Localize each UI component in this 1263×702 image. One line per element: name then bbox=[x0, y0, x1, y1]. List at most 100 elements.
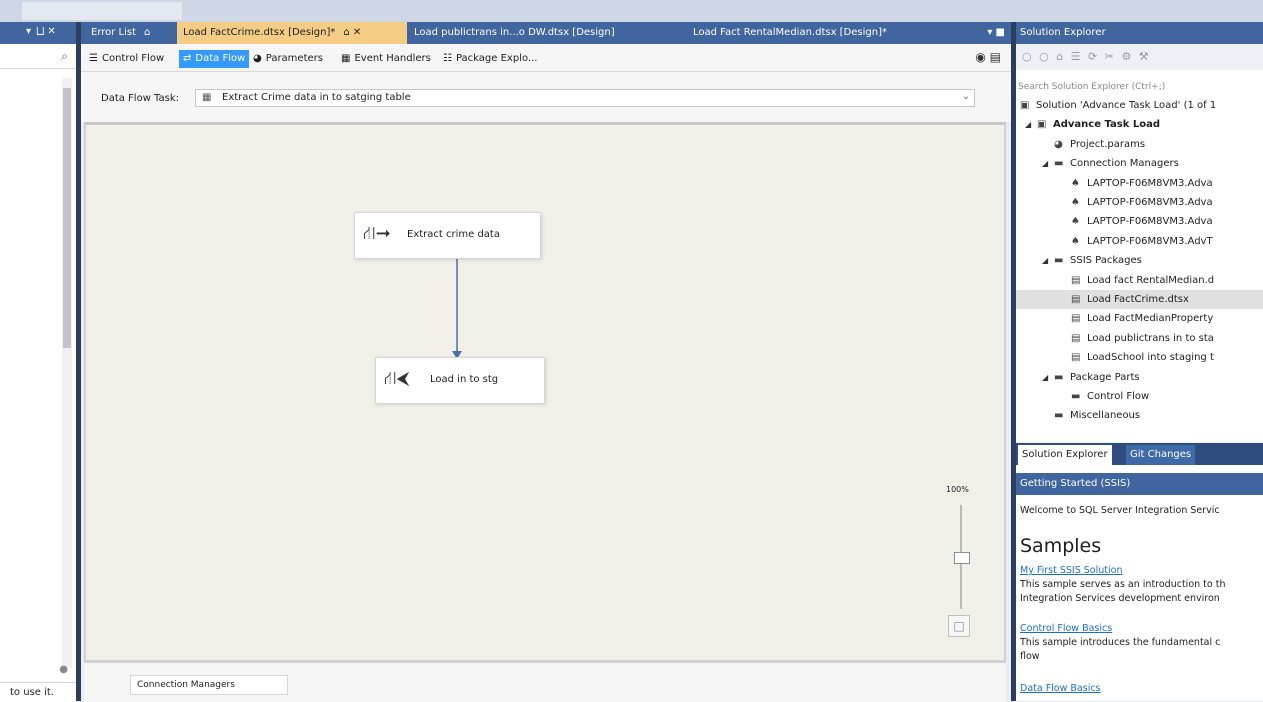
doc-tab[interactable]: Error List ⌂ bbox=[85, 22, 173, 44]
scrollbar-thumb[interactable] bbox=[63, 88, 71, 348]
tab-overflow-icon[interactable]: ▾ ■ bbox=[987, 22, 1005, 44]
tree-item[interactable]: ♠ LAPTOP-F06M8VM3.Adva bbox=[1016, 193, 1263, 212]
expand-arrow-icon[interactable]: ◢ bbox=[1042, 154, 1048, 173]
tree-item-label: Advance Task Load bbox=[1053, 119, 1160, 131]
connection-icon: ♠ bbox=[1071, 197, 1080, 208]
sample-link-data-flow-basics[interactable]: Data Flow Basics bbox=[1020, 683, 1101, 694]
event-handlers-icon: ▦ bbox=[341, 53, 351, 64]
package-icon: ▤ bbox=[1071, 274, 1081, 286]
tree-item[interactable]: ◢ ▬ Connection Managers bbox=[1016, 154, 1263, 173]
getting-started-title: Getting Started (SSIS) bbox=[1016, 473, 1263, 495]
tree-item[interactable]: ▤ Load FactCrime.dtsx bbox=[1016, 290, 1263, 309]
tab-pin-close-icon[interactable]: ⌂ ✕ bbox=[343, 27, 361, 38]
solution-explorer-toolbar[interactable]: ○ ○ ⌂ ☰ ⟳ ✂ ⚙ ⚒ bbox=[1016, 44, 1263, 70]
toolbar-right-icons[interactable]: ◉ ▤ bbox=[975, 50, 1001, 64]
sample-description: This sample serves as an introduction to… bbox=[1020, 579, 1226, 590]
tree-item-label: LAPTOP-F06M8VM3.Adva bbox=[1087, 177, 1213, 189]
tab-data-flow[interactable]: ⇄ Data Flow bbox=[179, 50, 250, 68]
getting-started-pane: Getting Started (SSIS) Welcome to SQL Se… bbox=[1016, 473, 1263, 701]
component-load-in-to-stg[interactable]: ⛙⮜ Load in to stg bbox=[375, 357, 545, 404]
doc-tab[interactable]: Load Fact RentalMedian.dtsx [Design]* bbox=[687, 22, 937, 44]
designer-tab-label: Parameters bbox=[265, 53, 323, 64]
tree-item[interactable]: ▣ Solution 'Advance Task Load' (1 of 1 bbox=[1016, 96, 1263, 115]
pane-separator-left[interactable] bbox=[76, 22, 81, 701]
tree-item[interactable]: ▤ Load fact RentalMedian.d bbox=[1016, 271, 1263, 290]
folder-icon: ▬ bbox=[1054, 410, 1064, 422]
toolbox-hint-text: to use it. bbox=[10, 687, 54, 698]
tree-item[interactable]: ▤ Load FactMedianProperty bbox=[1016, 309, 1263, 328]
tree-item[interactable]: ◢ ▬ SSIS Packages bbox=[1016, 251, 1263, 270]
solution-tree: ▣ Solution 'Advance Task Load' (1 of 1 ◢ ▣ A… bbox=[1016, 96, 1263, 440]
zoom-slider-thumb[interactable] bbox=[954, 551, 970, 564]
doc-tab-label: Error List bbox=[91, 27, 137, 38]
tab-pin-close-icon[interactable]: ⌂ bbox=[144, 27, 150, 38]
tree-item[interactable]: ◢ ▬ Package Parts bbox=[1016, 368, 1263, 387]
expand-arrow-icon[interactable]: ◢ bbox=[1042, 251, 1048, 270]
toolbox-search[interactable]: ⌕ bbox=[0, 44, 76, 69]
zoom-to-fit-icon[interactable]: □ bbox=[948, 615, 970, 637]
title-strip bbox=[0, 0, 1263, 22]
tree-item-label: LAPTOP-F06M8VM3.Adva bbox=[1087, 216, 1213, 228]
tab-event-handlers[interactable]: ▦ Event Handlers bbox=[337, 50, 435, 68]
tree-item-label: Load FactMedianProperty bbox=[1087, 313, 1214, 325]
tree-item-label: Load fact RentalMedian.d bbox=[1087, 274, 1215, 286]
connection-managers-tab[interactable]: Connection Managers bbox=[130, 675, 288, 695]
tab-package-explo[interactable]: ☷ Package Explo... bbox=[439, 50, 541, 68]
folder-icon: ▬ bbox=[1054, 255, 1064, 267]
connection-managers-pane: Connection Managers bbox=[84, 662, 1006, 702]
tree-item[interactable]: ◢ ▣ Advance Task Load bbox=[1016, 115, 1263, 134]
data-flow-task-select[interactable]: ▦ Extract Crime data in to satging table… bbox=[195, 89, 975, 107]
expand-arrow-icon[interactable]: ◢ bbox=[1042, 368, 1048, 387]
tree-item-label: SSIS Packages bbox=[1070, 255, 1142, 267]
toolbox-header-buttons[interactable]: ▾ ⨆ ✕ bbox=[26, 26, 56, 37]
data-flow-icon: ⇄ bbox=[183, 53, 192, 64]
tree-item[interactable]: ♠ LAPTOP-F06M8VM3.AdvT bbox=[1016, 232, 1263, 251]
project-icon: ▣ bbox=[1037, 119, 1047, 131]
designer-tab-label: Control Flow bbox=[101, 53, 165, 64]
designer-tab-bar: ☰ Control Flow ⇄ Data Flow ◕ Parameters ▦ Event… bbox=[81, 44, 1011, 72]
parameters-icon: ◕ bbox=[253, 53, 262, 64]
tree-item[interactable]: ▤ Load publictrans in to sta bbox=[1016, 329, 1263, 348]
tree-item[interactable]: ▤ LoadSchool into staging t bbox=[1016, 348, 1263, 367]
component-label: Load in to stg bbox=[430, 374, 499, 385]
designer-tab-label: Event Handlers bbox=[354, 53, 431, 64]
tree-item[interactable]: ♠ LAPTOP-F06M8VM3.Adva bbox=[1016, 174, 1263, 193]
toolbox-scrollbar[interactable] bbox=[62, 78, 72, 668]
sample-link-control-flow-basics[interactable]: Control Flow Basics bbox=[1020, 623, 1112, 634]
doc-tab[interactable]: Load publictrans in...o DW.dtsx [Design] bbox=[408, 22, 686, 44]
doc-tab[interactable]: Load FactCrime.dtsx [Design]* ⌂ ✕ bbox=[177, 22, 407, 44]
tree-item-label: LoadSchool into staging t bbox=[1087, 352, 1214, 364]
data-flow-task-row: Data Flow Task: ▦ Extract Crime data in … bbox=[81, 72, 1011, 122]
tree-item-label: Package Parts bbox=[1070, 371, 1140, 383]
top-tab-stub bbox=[22, 2, 182, 20]
sample-description: This sample introduces the fundamental c bbox=[1020, 637, 1221, 648]
solution-search-input[interactable]: Search Solution Explorer (Ctrl+;) bbox=[1016, 78, 1263, 96]
package-icon: ▤ bbox=[1071, 294, 1081, 305]
tab-control-flow[interactable]: ☰ Control Flow bbox=[85, 50, 168, 68]
toolbox-hint: to use it. bbox=[0, 682, 76, 702]
source-component-icon: ⛙➞ bbox=[363, 223, 391, 244]
tree-item[interactable]: ▬ Control Flow bbox=[1016, 387, 1263, 406]
tree-item[interactable]: ♠ LAPTOP-F06M8VM3.Adva bbox=[1016, 212, 1263, 231]
chevron-down-icon[interactable]: ⌄ bbox=[962, 91, 970, 102]
tree-item[interactable]: ▬ Miscellaneous bbox=[1016, 406, 1263, 425]
data-flow-canvas[interactable]: ⛙➞ Extract crime data ⛙⮜ Load in to stg … bbox=[84, 122, 1006, 662]
sample-description: Integration Services development environ bbox=[1020, 593, 1220, 604]
tab-solution-explorer[interactable]: Solution Explorer bbox=[1018, 445, 1112, 465]
designer-tab-label: Data Flow bbox=[195, 53, 246, 64]
expand-arrow-icon[interactable]: ◢ bbox=[1025, 115, 1031, 134]
toolbox-header: ▾ ⨆ ✕ bbox=[0, 22, 76, 44]
tree-item-label: Control Flow bbox=[1087, 391, 1150, 402]
tree-item[interactable]: ◕ Project.params bbox=[1016, 135, 1263, 154]
component-label: Extract crime data bbox=[407, 229, 500, 240]
component-extract-crime-data[interactable]: ⛙➞ Extract crime data bbox=[354, 212, 541, 259]
connection-icon: ♠ bbox=[1071, 177, 1080, 189]
tab-parameters[interactable]: ◕ Parameters bbox=[249, 50, 327, 68]
connection-icon: ♠ bbox=[1071, 235, 1080, 247]
folder-icon: ▬ bbox=[1054, 371, 1064, 383]
toolbox-pane: ▾ ⨆ ✕ ⌕ ● to use it. bbox=[0, 22, 76, 702]
task-icon: ▦ bbox=[202, 92, 212, 103]
sample-link-my-first-ssis-solution[interactable]: My First SSIS Solution bbox=[1020, 565, 1122, 576]
tab-git-changes[interactable]: Git Changes bbox=[1126, 445, 1196, 465]
search-icon[interactable]: ⌕ bbox=[61, 49, 68, 64]
